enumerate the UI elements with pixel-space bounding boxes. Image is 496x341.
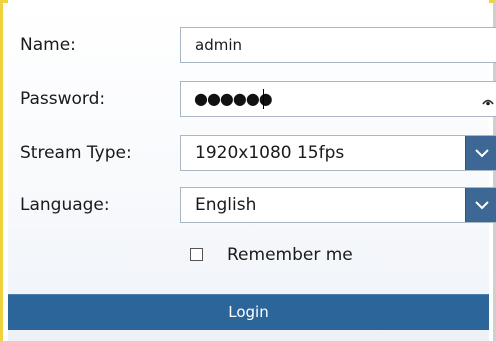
name-input-value: admin: [195, 36, 242, 54]
stream-type-select[interactable]: 1920x1080 15fps: [180, 135, 496, 171]
password-masked-value: ●●●●●●: [194, 89, 273, 108]
name-input[interactable]: admin: [180, 27, 496, 63]
stream-type-dropdown-button[interactable]: [465, 136, 496, 170]
password-input[interactable]: ●●●●●●: [180, 81, 496, 117]
remember-me-label[interactable]: Remember me: [227, 241, 353, 269]
chevron-down-icon: [475, 201, 489, 210]
password-label: Password:: [20, 89, 106, 109]
name-label: Name:: [20, 35, 76, 55]
login-button[interactable]: Login: [8, 294, 489, 330]
language-row: Language: English: [8, 187, 496, 223]
chevron-down-icon: [475, 149, 489, 158]
remember-me-checkbox[interactable]: [190, 248, 203, 261]
remember-me: Remember me: [190, 241, 390, 271]
stream-type-label: Stream Type:: [20, 143, 132, 163]
name-row: Name: admin: [8, 27, 496, 63]
password-row: Password: ●●●●●●: [8, 81, 496, 117]
language-select[interactable]: English: [180, 187, 496, 223]
language-label: Language:: [20, 195, 110, 215]
eye-icon[interactable]: [482, 93, 494, 106]
login-form: Name: admin Password: ●●●●●● Stream Type…: [8, 0, 496, 341]
language-selected: English: [195, 195, 257, 215]
stream-type-row: Stream Type: 1920x1080 15fps: [8, 135, 496, 171]
stream-type-selected: 1920x1080 15fps: [195, 143, 345, 163]
text-cursor: [263, 89, 264, 109]
language-dropdown-button[interactable]: [465, 188, 496, 222]
